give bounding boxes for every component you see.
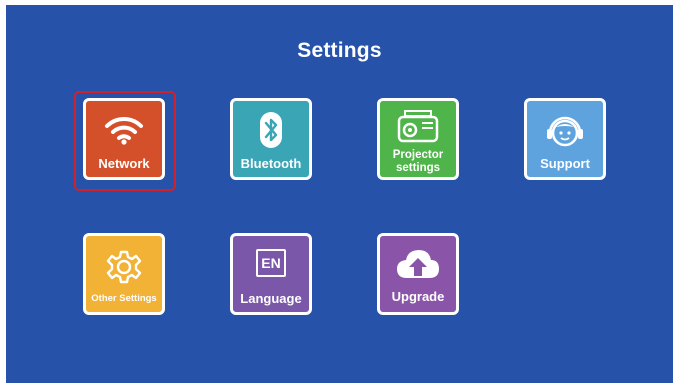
language-en-icon: EN — [233, 249, 309, 277]
tile-language-label: Language — [240, 291, 302, 306]
tile-other-settings-label: Other Settings — [91, 293, 157, 304]
tile-support[interactable]: Support — [524, 98, 606, 180]
tile-bluetooth-label: Bluetooth — [240, 156, 302, 171]
tile-support-label: Support — [540, 156, 590, 171]
tile-other-settings[interactable]: Other Settings — [83, 233, 165, 315]
tile-network-label: Network — [98, 156, 150, 171]
tile-bluetooth[interactable]: Bluetooth — [230, 98, 312, 180]
tile-projector-label: Projector settings — [380, 149, 456, 174]
language-en-icon-text: EN — [256, 249, 286, 277]
tile-projector-settings[interactable]: Projector settings — [377, 98, 459, 180]
wifi-icon — [86, 115, 162, 145]
tile-upgrade-label: Upgrade — [391, 289, 445, 304]
tile-language[interactable]: EN Language — [230, 233, 312, 315]
settings-screen: Settings Network Bluetooth Projector set… — [6, 5, 673, 383]
bluetooth-icon — [233, 111, 309, 149]
headset-icon — [527, 111, 603, 149]
tile-upgrade[interactable]: Upgrade — [377, 233, 459, 315]
tile-network[interactable]: Network — [83, 98, 165, 180]
cloud-upload-icon — [380, 246, 456, 280]
tile-projector-label-line2: settings — [395, 161, 441, 174]
projector-icon — [380, 109, 456, 145]
tile-projector-label-line1: Projector — [392, 149, 444, 161]
gear-icon — [86, 248, 162, 286]
page-title: Settings — [297, 39, 382, 62]
